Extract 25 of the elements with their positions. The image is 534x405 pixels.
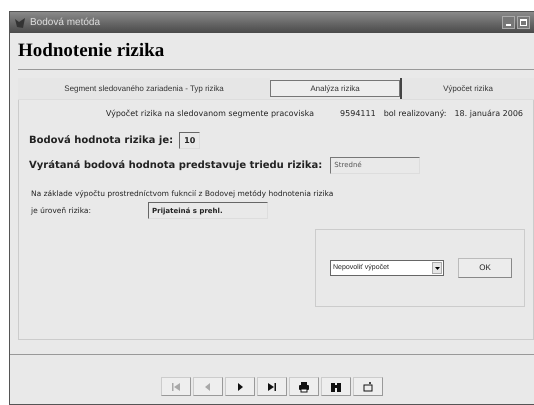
navigation-button[interactable] — [353, 377, 383, 396]
navigation-button[interactable] — [225, 377, 255, 396]
navigation-button[interactable] — [289, 377, 319, 396]
binoculars-icon — [330, 380, 342, 392]
tab[interactable]: Analýza rizika — [270, 80, 400, 97]
score-field: 10 — [179, 132, 200, 149]
maximize-button[interactable] — [517, 16, 530, 29]
window-title: Bodová metóda — [30, 16, 100, 30]
page-heading: Hodnotenie rizika — [18, 39, 166, 63]
new-record-icon — [362, 380, 374, 392]
date-text: 18. januára 2006 — [454, 108, 523, 120]
navigation-button[interactable] — [257, 377, 287, 396]
segment-code: 9594111 — [340, 108, 376, 120]
ok-button[interactable]: OK — [458, 258, 512, 278]
navigation-button[interactable] — [321, 377, 351, 396]
first-record-icon — [170, 380, 182, 392]
caret-icon — [434, 266, 440, 270]
score-label: Bodová hodnota rizika je: — [29, 134, 174, 148]
class-label: Vyrátaná bodová hodnota predstavuje triedu rizika: — [29, 159, 322, 173]
status-text: bol realizovaný: — [384, 108, 446, 120]
minimize-button[interactable] — [502, 16, 515, 29]
info-text: Výpočet rizika na sledovanom segmente pracoviska — [106, 108, 314, 120]
app-icon — [14, 16, 26, 28]
last-record-icon — [266, 380, 278, 392]
printer-icon — [298, 380, 310, 392]
